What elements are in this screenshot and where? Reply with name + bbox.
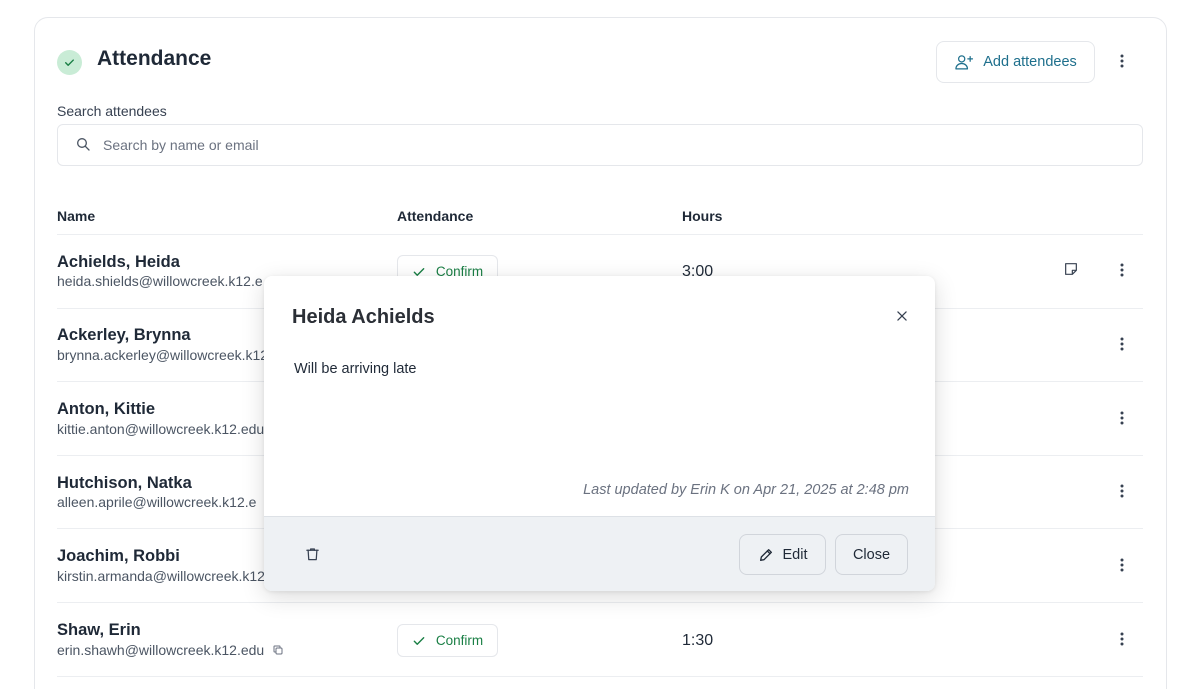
attendee-email: erin.shawh@willowcreek.k12.edu	[57, 642, 284, 658]
edit-label: Edit	[782, 546, 808, 563]
note-text: Will be arriving late	[294, 361, 417, 377]
confirm-label: Confirm	[435, 633, 484, 648]
copy-icon[interactable]	[272, 644, 284, 656]
attendee-name[interactable]: Hutchison, Natka	[57, 474, 192, 493]
attendee-email: heida.shields@willowcreek.k12.e	[57, 273, 263, 289]
divider	[57, 602, 1143, 603]
row-more-icon[interactable]	[1112, 408, 1132, 428]
column-header-hours[interactable]: Hours	[682, 208, 722, 224]
edit-button[interactable]: Edit	[739, 534, 826, 575]
attendee-name[interactable]: Ackerley, Brynna	[57, 326, 191, 345]
note-modal: Heida Achields Will be arriving late Las…	[264, 276, 935, 591]
more-vertical-icon[interactable]	[1112, 51, 1132, 71]
search-input[interactable]	[103, 125, 1123, 165]
check-icon	[412, 634, 426, 648]
divider	[57, 234, 1143, 235]
column-header-attendance[interactable]: Attendance	[397, 208, 473, 224]
add-attendees-button[interactable]: Add attendees	[936, 41, 1095, 83]
note-icon[interactable]	[1063, 261, 1079, 282]
check-circle-icon	[57, 50, 82, 75]
add-attendees-label: Add attendees	[983, 54, 1077, 70]
column-header-name[interactable]: Name	[57, 208, 95, 224]
attendee-email: alleen.aprile@willowcreek.k12.e	[57, 494, 257, 510]
pencil-icon	[758, 547, 774, 563]
row-more-icon[interactable]	[1112, 260, 1132, 280]
attendee-name[interactable]: Joachim, Robbi	[57, 547, 180, 566]
close-icon[interactable]	[892, 306, 912, 326]
row-more-icon[interactable]	[1112, 481, 1132, 501]
attendee-name[interactable]: Shaw, Erin	[57, 621, 141, 640]
row-more-icon[interactable]	[1112, 334, 1132, 354]
hours-value: 1:30	[682, 632, 714, 649]
user-plus-icon	[954, 53, 974, 71]
modal-footer: Edit Close	[264, 516, 935, 591]
trash-icon[interactable]	[302, 544, 322, 564]
last-updated-text: Last updated by Erin K on Apr 21, 2025 a…	[583, 482, 909, 498]
attendee-name[interactable]: Anton, Kittie	[57, 400, 155, 419]
attendee-email: kittie.anton@willowcreek.k12.edu	[57, 421, 265, 437]
attendee-email: kirstin.armanda@willowcreek.k12	[57, 568, 265, 584]
attendee-name[interactable]: Achields, Heida	[57, 253, 180, 272]
attendee-email: brynna.ackerley@willowcreek.k12	[57, 347, 269, 363]
modal-title: Heida Achields	[292, 306, 435, 328]
row-more-icon[interactable]	[1112, 629, 1132, 649]
search-icon	[75, 136, 91, 157]
confirm-button[interactable]: Confirm	[397, 624, 498, 657]
page-title: Attendance	[97, 47, 212, 70]
row-more-icon[interactable]	[1112, 555, 1132, 575]
divider	[57, 676, 1143, 677]
close-button[interactable]: Close	[835, 534, 908, 575]
search-box	[57, 124, 1143, 166]
search-label: Search attendees	[57, 103, 167, 119]
